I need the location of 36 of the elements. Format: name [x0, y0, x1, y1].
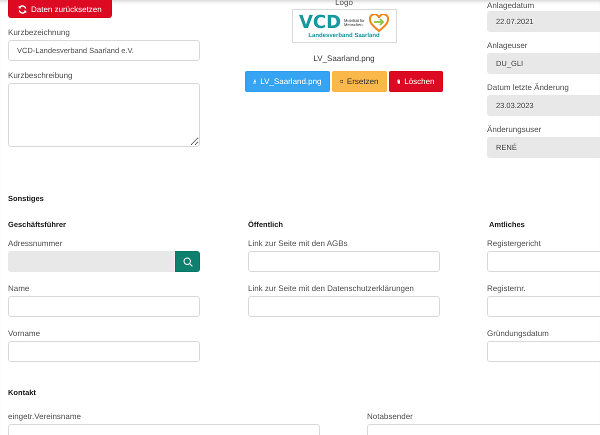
field-label: Notabsender [367, 412, 414, 421]
file-name: LV_Saarland.png [313, 54, 375, 63]
refresh-icon [18, 4, 27, 14]
field-label: Anlageuser [487, 41, 528, 50]
input-field[interactable] [487, 296, 600, 317]
search-icon [182, 256, 192, 266]
heart-arrow-icon [369, 14, 390, 32]
field-label: Adressnummer [8, 239, 64, 248]
field-label: Name [8, 284, 30, 293]
field-label: eingetr.Vereinsname [8, 412, 82, 421]
input-field[interactable] [487, 341, 600, 362]
field-label: Kurzbeschreibung [8, 71, 74, 80]
logo-title: VCD [298, 14, 342, 32]
search-button[interactable] [175, 251, 200, 272]
field-label: Änderungsuser [487, 125, 542, 134]
reset-button[interactable]: Daten zurücksetzen [8, 0, 112, 18]
input-field[interactable] [248, 251, 440, 272]
download-icon [252, 77, 256, 86]
input-field[interactable] [8, 296, 200, 317]
replace-button[interactable]: Ersetzen [332, 71, 386, 92]
field-label: Anlagedatum [487, 1, 536, 10]
field-label: Link zur Seite mit den Datenschutzerklärungen [248, 284, 415, 293]
input-field[interactable] [8, 341, 200, 362]
field-label: Link zur Seite mit den AGBs [248, 239, 349, 248]
field-label: Datum letzte Änderung [487, 83, 570, 92]
refresh-icon [340, 77, 343, 86]
delete-button[interactable]: Löschen [388, 71, 442, 92]
field-label: Registernr. [487, 284, 527, 293]
field-label: Kurzbezeichnung [8, 28, 71, 37]
field-label: Gründungsdatum [487, 329, 550, 338]
field-label: Vorname [8, 329, 42, 338]
input-field[interactable] [248, 296, 440, 317]
description-textarea[interactable] [8, 83, 200, 147]
field-label: Registergericht [487, 239, 542, 248]
input-field[interactable] [487, 251, 600, 272]
trash-icon [396, 77, 400, 86]
